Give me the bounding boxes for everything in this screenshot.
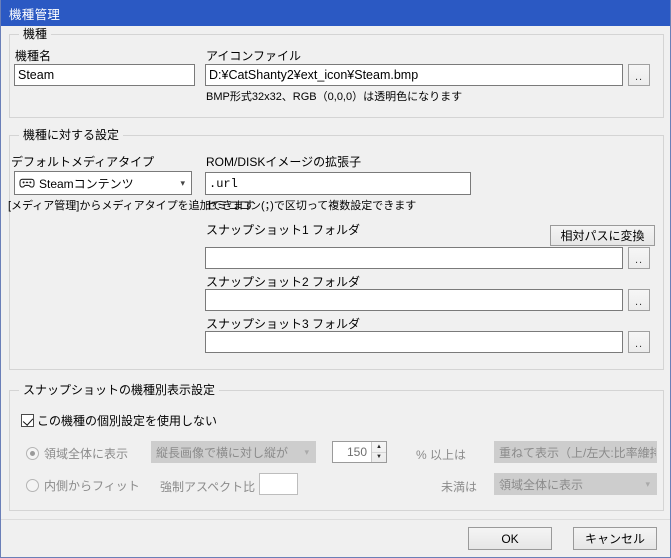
browse-dots-icon: ..: [634, 295, 644, 308]
snapshot1-label: スナップショット1 フォルダ: [206, 223, 361, 237]
cancel-button[interactable]: キャンセル: [573, 527, 657, 550]
icon-file-label: アイコンファイル: [206, 49, 302, 63]
chevron-down-icon: ▾: [180, 177, 185, 188]
model-name-label: 機種名: [15, 49, 52, 63]
snapshot2-browse-button[interactable]: ..: [628, 289, 650, 311]
radio-fill-area-row[interactable]: 領域全体に表示: [26, 445, 128, 462]
under-action-value: 領域全体に表示: [499, 477, 584, 492]
under-action-select[interactable]: 領域全体に表示 ▾: [494, 473, 657, 495]
group-model-legend: 機種: [19, 27, 52, 41]
snapshot2-label: スナップショット2 フォルダ: [206, 275, 361, 289]
threshold-unit-label: % 以上は: [416, 448, 467, 462]
aspect-ratio-label: 強制アスペクト比: [160, 480, 256, 494]
window-title: 機種管理: [9, 7, 61, 22]
browse-dots-icon: ..: [634, 337, 644, 350]
gamepad-icon: [19, 178, 35, 188]
under-unit-label: 未満は: [441, 480, 478, 494]
over-action-value: 重ねて表示（上/左大:比率維持: [499, 445, 657, 460]
group-settings-legend: 機種に対する設定: [19, 128, 124, 142]
threshold-value: 150: [346, 445, 367, 459]
ok-button[interactable]: OK: [468, 527, 552, 550]
rom-ext-hint: セミコロン(；)で区切って複数設定できます: [206, 200, 417, 212]
group-display-legend: スナップショットの機種別表示設定: [19, 383, 220, 397]
spinner-down-icon[interactable]: ▼: [372, 453, 386, 463]
snapshot3-label: スナップショット3 フォルダ: [206, 317, 361, 331]
rom-ext-input[interactable]: [205, 172, 471, 195]
footer-divider: [1, 519, 670, 520]
radio-icon[interactable]: [26, 447, 39, 460]
snapshot1-browse-button[interactable]: ..: [628, 247, 650, 269]
disable-individual-checkbox-row[interactable]: この機種の個別設定を使用しない: [21, 412, 217, 429]
convert-relative-path-button[interactable]: 相対パスに変換: [550, 225, 655, 246]
title-bar: 機種管理: [1, 0, 670, 26]
checkbox-icon[interactable]: [21, 414, 34, 427]
aspect-ratio-input[interactable]: [259, 473, 298, 495]
condition-select-value: 縦長画像で横に対し縦が: [156, 445, 289, 460]
icon-file-input[interactable]: [205, 64, 623, 86]
snapshot3-input[interactable]: [205, 331, 623, 353]
media-type-label: デフォルトメディアタイプ: [11, 155, 155, 169]
radio-fill-area-label: 領域全体に表示: [44, 447, 129, 461]
icon-file-browse-button[interactable]: ..: [628, 64, 650, 86]
browse-dots-icon: ..: [634, 253, 644, 266]
condition-select[interactable]: 縦長画像で横に対し縦が ▾: [151, 441, 316, 463]
snapshot1-input[interactable]: [205, 247, 623, 269]
media-type-value: Steamコンテンツ: [39, 176, 134, 191]
disable-individual-label: この機種の個別設定を使用しない: [37, 414, 218, 428]
spinner-up-icon[interactable]: ▲: [372, 442, 386, 453]
chevron-down-icon: ▾: [645, 478, 650, 489]
rom-ext-label: ROM/DISKイメージの拡張子: [206, 155, 362, 169]
threshold-spinner[interactable]: 150 ▲ ▼: [332, 441, 387, 463]
radio-fit-inside-label: 内側からフィット: [44, 479, 140, 493]
model-name-input[interactable]: [14, 64, 195, 86]
icon-file-hint: BMP形式32x32、RGB（0,0,0）は透明色になります: [206, 91, 463, 103]
over-action-select[interactable]: 重ねて表示（上/左大:比率維持 ▾: [494, 441, 657, 463]
chevron-down-icon: ▾: [304, 446, 309, 457]
browse-dots-icon: ..: [634, 70, 644, 83]
spinner-arrows[interactable]: ▲ ▼: [371, 442, 386, 462]
dialog-window: 機種管理 機種 機種名 アイコンファイル .. BMP形式32x32、RGB（0…: [0, 0, 671, 558]
media-type-select[interactable]: Steamコンテンツ ▾: [14, 171, 192, 195]
radio-icon[interactable]: [26, 479, 39, 492]
radio-fit-inside-row[interactable]: 内側からフィット: [26, 477, 140, 494]
snapshot3-browse-button[interactable]: ..: [628, 331, 650, 353]
chevron-down-icon: ▾: [645, 446, 650, 457]
snapshot2-input[interactable]: [205, 289, 623, 311]
